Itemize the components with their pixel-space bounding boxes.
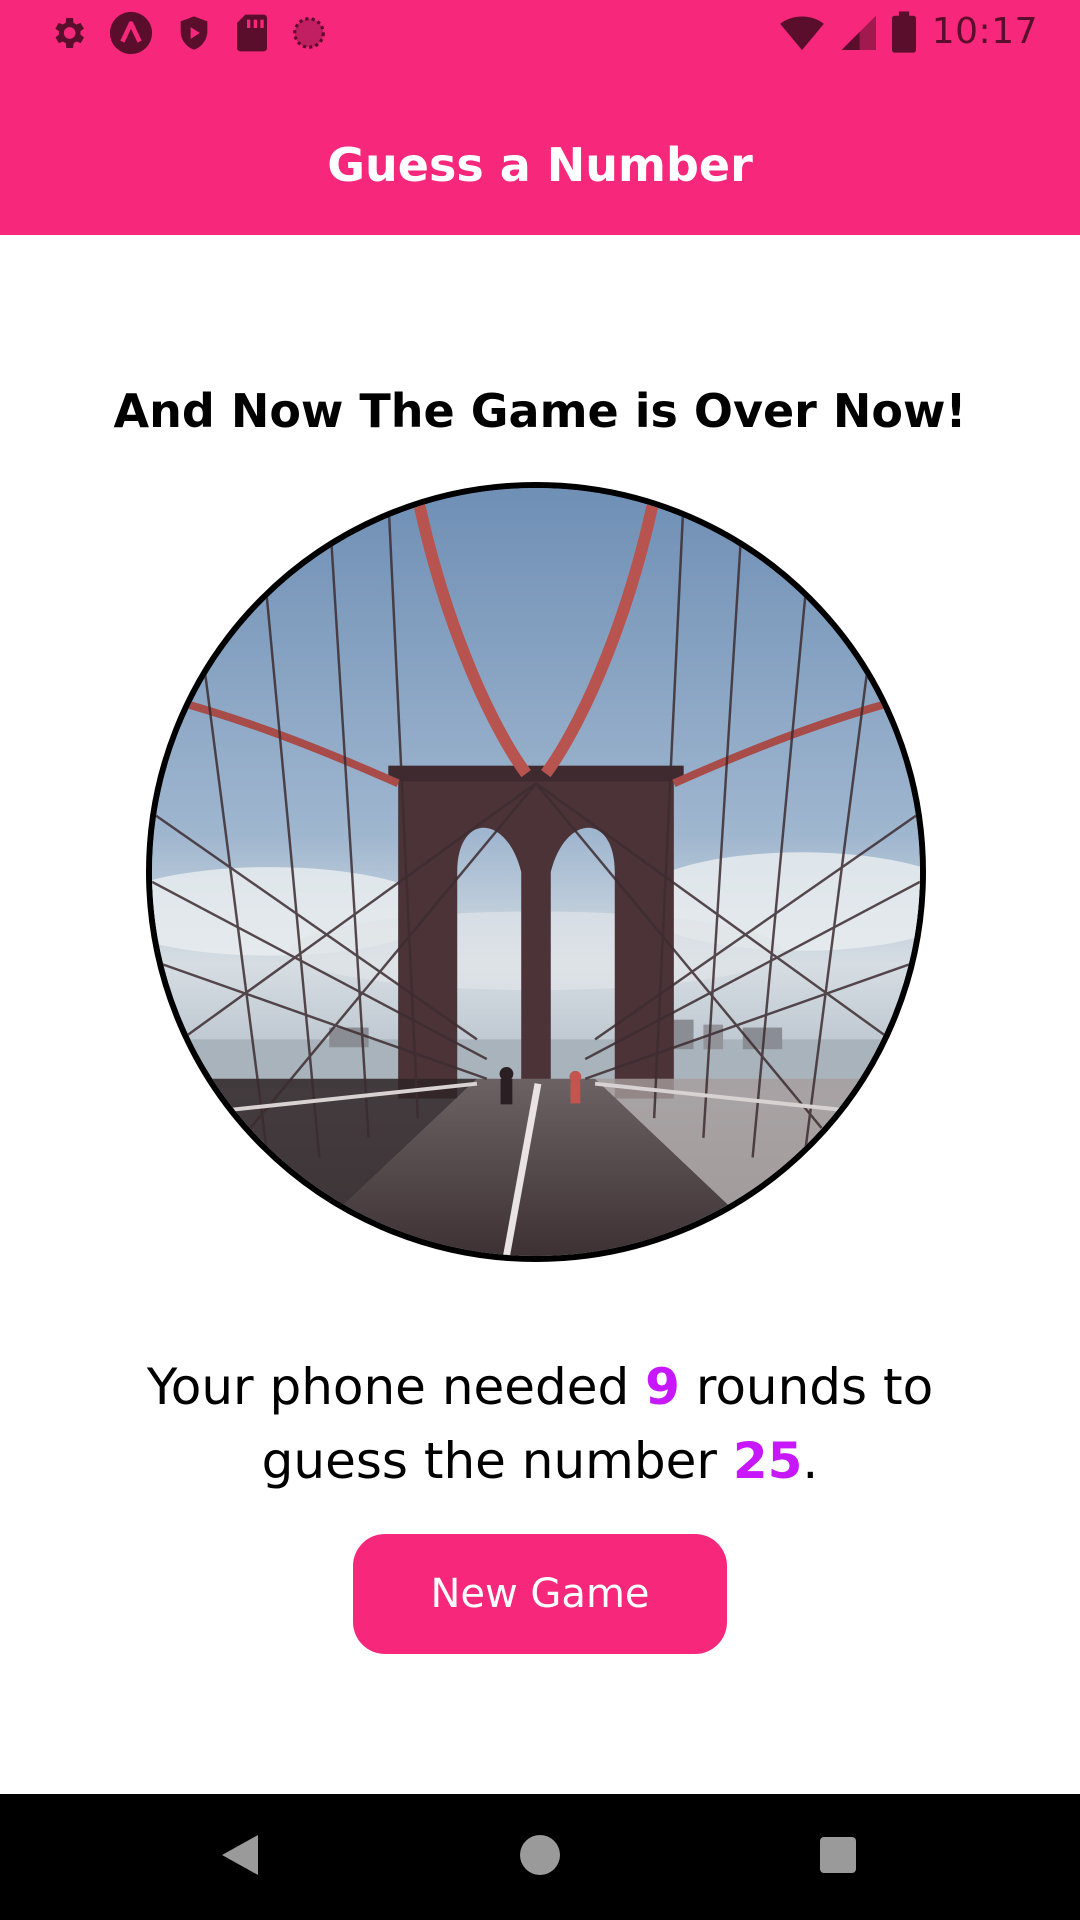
battery-icon: [891, 11, 916, 53]
play-protect-icon: [174, 13, 214, 53]
summary-text-part3: .: [802, 1432, 819, 1490]
back-icon: [222, 1835, 258, 1879]
app-a-icon: [108, 10, 154, 56]
result-summary: Your phone needed 9 rounds to guess the …: [100, 1350, 980, 1498]
sd-card-icon: [234, 13, 270, 53]
app-header: 10:17 Guess a Number: [0, 0, 1080, 235]
bridge-photo: [152, 488, 920, 1256]
cell-signal-icon: [840, 12, 876, 52]
home-icon: [520, 1835, 560, 1879]
navigation-bar: [0, 1794, 1080, 1920]
circle-dotted-icon: [290, 14, 328, 52]
summary-text-part1: Your phone needed: [146, 1358, 646, 1416]
status-time: 10:17: [931, 11, 1038, 52]
target-number: 25: [732, 1432, 803, 1490]
recents-button[interactable]: [805, 1824, 871, 1890]
wifi-icon: [779, 12, 824, 52]
rounds-count: 9: [645, 1358, 680, 1416]
back-button[interactable]: [207, 1824, 273, 1890]
game-over-title: And Now The Game is Over Now!: [113, 384, 967, 438]
recents-icon: [820, 1837, 856, 1877]
status-system-icons: 10:17: [779, 8, 1038, 56]
game-over-image: [146, 482, 926, 1262]
status-notification-icons: [48, 10, 328, 56]
header-title: Guess a Number: [327, 138, 753, 192]
home-button[interactable]: [507, 1824, 573, 1890]
status-bar: 10:17: [0, 0, 1080, 64]
new-game-button[interactable]: New Game: [353, 1534, 727, 1654]
settings-icon: [48, 13, 88, 53]
app-screen: 10:17 Guess a Number And Now The Game is…: [0, 0, 1080, 1920]
